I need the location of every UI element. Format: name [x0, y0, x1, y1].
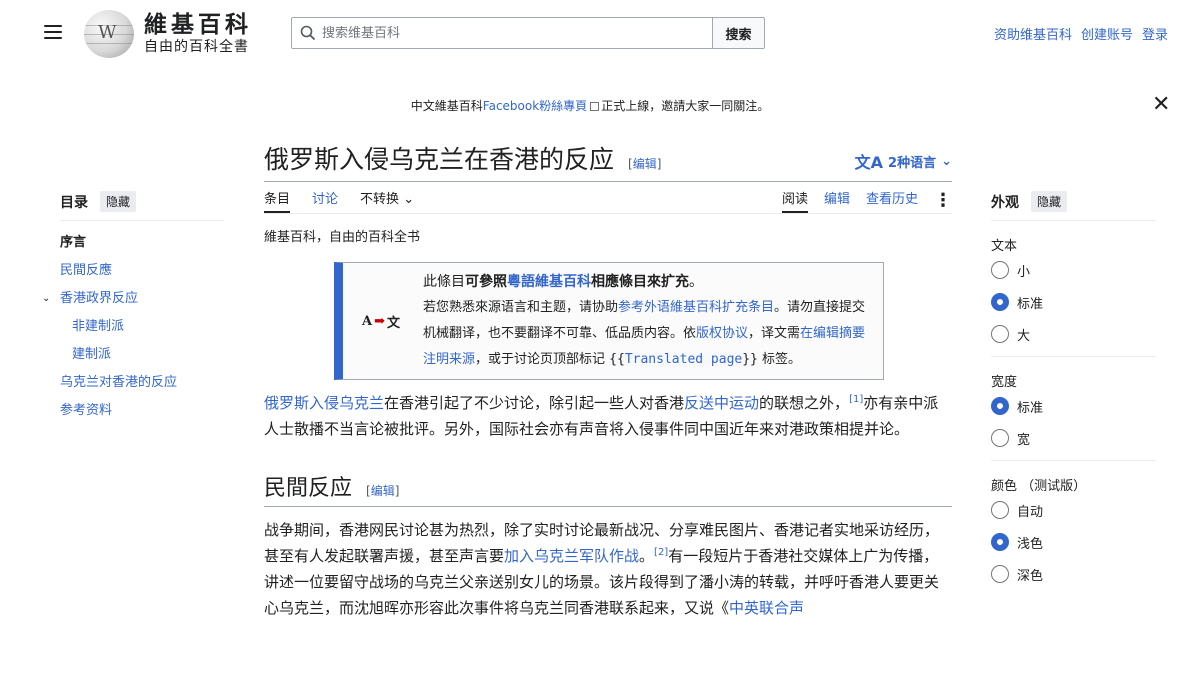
- toc-item-ukraine-reaction[interactable]: 乌克兰对香港的反应: [60, 375, 177, 390]
- chevron-down-icon: ⌄: [941, 153, 952, 169]
- public-reaction-paragraph: 战争期间，香港网民讨论甚为热烈，除了实时讨论最新战况、分享难民图片、香港记者实地…: [264, 521, 940, 617]
- toc-item-pro-establishment[interactable]: 建制派: [72, 347, 111, 362]
- color-auto[interactable]: 自动: [991, 494, 1156, 526]
- logo-title: 維基百科: [144, 11, 252, 38]
- toc-item-references[interactable]: 参考资料: [60, 403, 112, 418]
- ref-1-link[interactable]: [1]: [849, 394, 863, 405]
- variant-dropdown[interactable]: 不转换 ⌄: [360, 188, 414, 213]
- donate-link[interactable]: 资助维基百科: [994, 24, 1072, 43]
- text-size-small[interactable]: 小: [991, 254, 1156, 286]
- ambox-line-1: 若您熟悉來源语言和主题，请协助: [423, 300, 619, 315]
- width-wide[interactable]: 宽: [991, 422, 1156, 454]
- tab-edit[interactable]: 编辑: [824, 188, 850, 213]
- anti-elab-link[interactable]: 反送中运动: [684, 394, 759, 412]
- tab-read[interactable]: 阅读: [781, 188, 808, 213]
- cantonese-wiki-link[interactable]: 粵語維基百科: [507, 274, 591, 290]
- translation-notice-box: A ➡ 文 此條目可參照粵語維基百科相應條目來扩充。 若您熟悉來源语言和主题，请协助…: [334, 262, 884, 380]
- notice-text-post: 正式上線，邀請大家一同關注。: [601, 99, 770, 113]
- wikipedia-globe-icon: [84, 10, 134, 58]
- tab-article[interactable]: 条目: [264, 188, 291, 213]
- notice-text-pre: 中文維基百科: [410, 99, 483, 113]
- section-edit-link[interactable]: 编辑: [371, 484, 395, 498]
- search-box: [291, 17, 713, 49]
- external-link-icon: [590, 102, 600, 111]
- tab-history[interactable]: 查看历史: [866, 188, 918, 213]
- search-icon: [300, 25, 316, 41]
- create-account-link[interactable]: 创建账号: [1081, 24, 1133, 43]
- chevron-down-icon[interactable]: ⌄: [42, 287, 50, 311]
- article-content: 俄罗斯入侵乌克兰在香港的反应 [编辑] 文A 2种语言 ⌄ 条目 讨论 不转换 …: [264, 140, 952, 621]
- template-code: {{Translated page}}: [609, 352, 758, 367]
- toc-item-intro[interactable]: 序言: [60, 231, 224, 259]
- site-tagline: 維基百科，自由的百科全书: [264, 230, 421, 245]
- variant-label: 不转换: [360, 192, 400, 207]
- radio-selected-icon: [991, 533, 1009, 551]
- radio-icon: [991, 325, 1009, 343]
- site-notice: 中文維基百科Facebook粉絲專頁 正式上線，邀請大家一同關注。: [0, 97, 1180, 114]
- section-heading-public-reaction: 民間反应: [264, 476, 353, 501]
- color-label: 颜色 （测试版）: [991, 479, 1087, 494]
- color-dark[interactable]: 深色: [991, 558, 1156, 590]
- ambox-head-5: 。: [689, 274, 703, 290]
- toc-title: 目录: [60, 194, 88, 211]
- language-count: 2种语言: [888, 155, 937, 171]
- close-notice-icon[interactable]: ✕: [1152, 94, 1170, 116]
- color-light[interactable]: 浅色: [991, 526, 1156, 558]
- ref-2-link[interactable]: [2]: [654, 547, 668, 558]
- ambox-head-4: 相應條目來扩充: [591, 274, 689, 290]
- translate-icon: 文A: [854, 153, 884, 172]
- width-label: 宽度: [991, 375, 1018, 390]
- radio-icon: [991, 501, 1009, 519]
- search-form: 搜索: [291, 17, 765, 49]
- license-link[interactable]: 版权协议: [696, 326, 748, 341]
- chevron-down-icon: ⌄: [403, 192, 415, 207]
- search-input[interactable]: [322, 25, 682, 41]
- appearance-title: 外观: [991, 194, 1019, 211]
- title-edit-link[interactable]: 编辑: [633, 157, 657, 171]
- width-standard[interactable]: 标准: [991, 390, 1156, 422]
- join-army-link[interactable]: 加入乌克兰军队作战: [504, 547, 639, 565]
- text-size-label: 文本: [991, 239, 1018, 254]
- toc-item-political-reaction[interactable]: 香港政界反应: [60, 291, 138, 306]
- radio-icon: [991, 565, 1009, 583]
- page-tabs: 条目 讨论 不转换 ⌄ 阅读 编辑 查看历史 ⋮: [264, 182, 952, 214]
- tab-talk[interactable]: 讨论: [312, 188, 338, 213]
- ambox-head-1: 此條目: [423, 274, 465, 290]
- translate-icon: A ➡ 文: [361, 313, 400, 331]
- toc-item-public-reaction[interactable]: 民間反應: [60, 263, 112, 278]
- page-title: 俄罗斯入侵乌克兰在香港的反应: [264, 145, 615, 174]
- table-of-contents: 目录 隐藏 序言 民間反應 ⌄ 香港政界反应 非建制派 建制派 乌克兰对香港的反应…: [42, 191, 224, 427]
- toc-item-pan-democrats[interactable]: 非建制派: [72, 319, 124, 334]
- text-size-standard[interactable]: 标准: [991, 286, 1156, 318]
- logo-subtitle: 自由的百科全書: [144, 39, 249, 55]
- translated-page-template-link[interactable]: Translated page: [625, 352, 742, 367]
- more-actions-icon[interactable]: ⋮: [934, 192, 952, 213]
- logo[interactable]: 維基百科 自由的百科全書: [84, 10, 252, 58]
- search-button[interactable]: 搜索: [713, 17, 765, 49]
- text-size-large[interactable]: 大: [991, 318, 1156, 350]
- ambox-line-8: 标签。: [762, 352, 802, 367]
- radio-selected-icon: [991, 293, 1009, 311]
- joint-declaration-link[interactable]: 中英联合声: [729, 599, 804, 617]
- user-links: 资助维基百科 创建账号 登录: [994, 24, 1168, 43]
- appearance-panel: 外观 隐藏 文本 小 标准 大 宽度 标准 宽 颜色 （测试版） 自动 浅色 深…: [991, 191, 1156, 590]
- radio-icon: [991, 429, 1009, 447]
- login-link[interactable]: 登录: [1142, 24, 1168, 43]
- radio-selected-icon: [991, 397, 1009, 415]
- ambox-head-2: 可參照: [465, 274, 507, 290]
- radio-icon: [991, 261, 1009, 279]
- appearance-hide-button[interactable]: 隐藏: [1031, 191, 1068, 212]
- expand-article-link[interactable]: 参考外语維基百科扩充条目: [618, 300, 774, 315]
- language-button[interactable]: 文A 2种语言 ⌄: [855, 149, 952, 173]
- ambox-line-5: ，译文需: [748, 326, 801, 341]
- main-menu-button[interactable]: [44, 25, 62, 39]
- notice-facebook-link[interactable]: Facebook粉絲專頁: [483, 99, 587, 113]
- intro-paragraph: 俄罗斯入侵乌克兰在香港引起了不少讨论，除引起一些人对香港反送中运动的联想之外，[…: [264, 394, 939, 438]
- ambox-line-7: ，或于讨论页顶部标记: [475, 352, 606, 367]
- toc-hide-button[interactable]: 隐藏: [100, 191, 137, 212]
- invasion-link[interactable]: 俄罗斯入侵乌克兰: [264, 394, 384, 412]
